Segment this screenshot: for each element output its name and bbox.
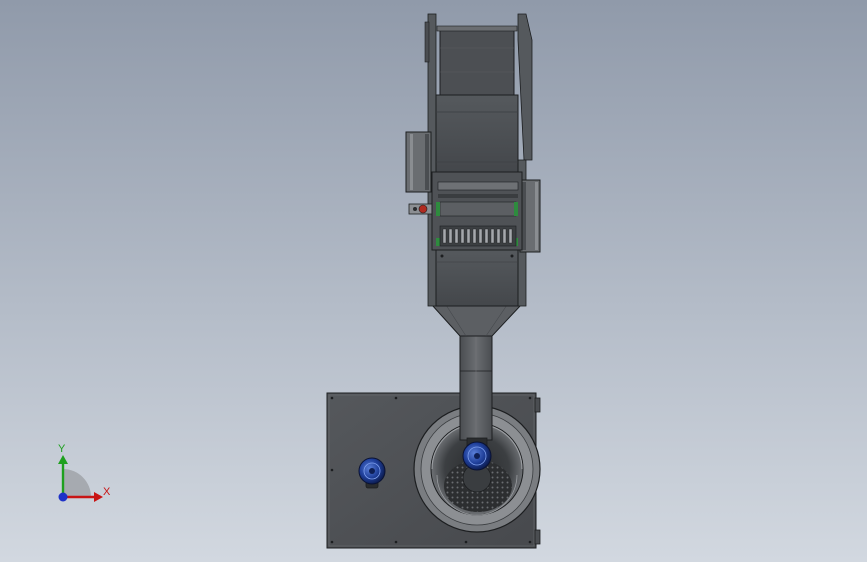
x-axis-arrow bbox=[94, 492, 103, 502]
y-axis-arrow bbox=[58, 455, 68, 464]
x-axis-label: X bbox=[103, 486, 111, 498]
cad-viewport[interactable]: X Y bbox=[0, 0, 867, 562]
y-axis-label: Y bbox=[58, 443, 66, 455]
triad-arc bbox=[63, 469, 91, 497]
z-axis-origin bbox=[58, 492, 68, 502]
coordinate-triad bbox=[58, 455, 103, 502]
